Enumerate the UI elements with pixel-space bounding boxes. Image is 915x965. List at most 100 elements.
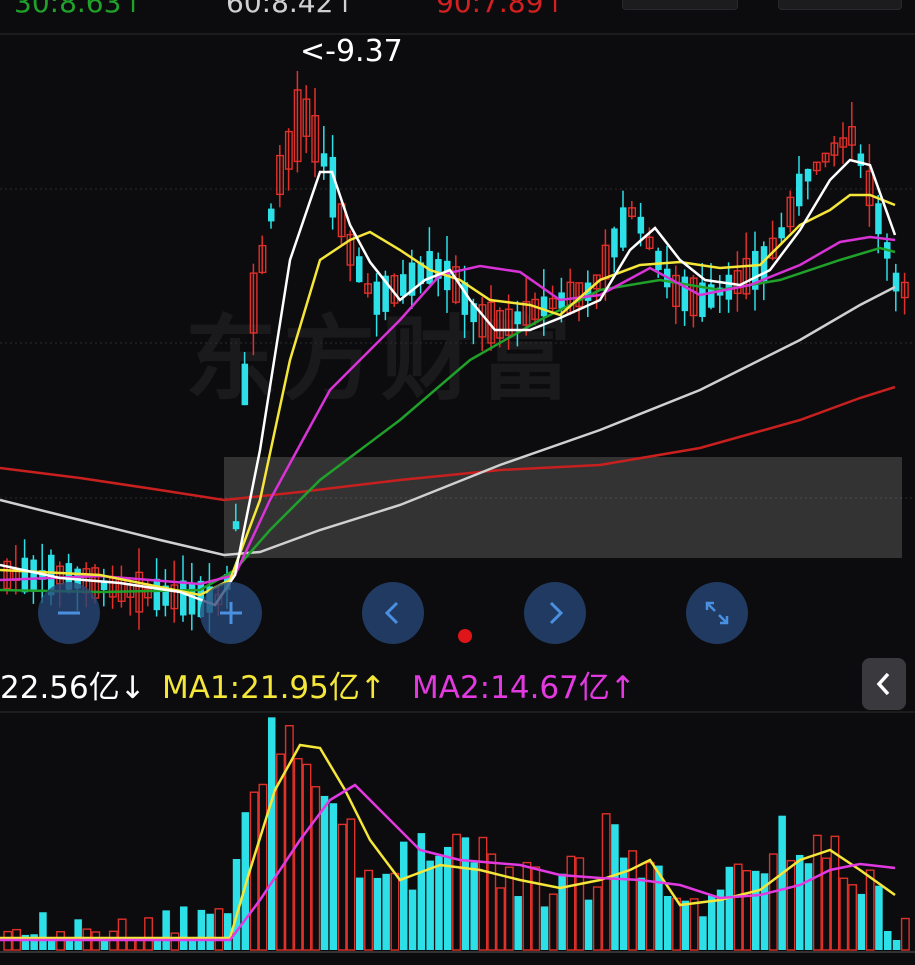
volume-bar xyxy=(778,815,786,950)
volume-bar xyxy=(302,763,312,951)
peak-price-label: <-9.37 xyxy=(300,34,403,69)
zoom-in-button[interactable] xyxy=(200,582,262,644)
volume-bar xyxy=(30,934,38,950)
volume-bar xyxy=(197,909,206,950)
volume-bar xyxy=(444,846,452,950)
volume-bar xyxy=(637,877,646,950)
candle-body xyxy=(875,203,882,235)
volume-bar xyxy=(214,908,224,951)
volume-bar xyxy=(689,898,699,951)
volume-bar xyxy=(592,886,602,951)
scroll-right-button[interactable] xyxy=(524,582,586,644)
volume-bar xyxy=(170,932,180,951)
volume-bar xyxy=(258,783,268,951)
volume-bars xyxy=(3,717,910,951)
volume-bar xyxy=(390,872,400,951)
volume-bar xyxy=(382,873,390,950)
grid-lines xyxy=(0,33,915,499)
volume-bar xyxy=(135,939,145,951)
volume-ma2-value: MA2:14.67亿↑ xyxy=(412,670,636,706)
collapse-panel-button[interactable] xyxy=(862,658,906,710)
scroll-left-button[interactable] xyxy=(362,582,424,644)
volume-legend: 22.56亿↓ MA1:21.95亿↑ MA2:14.67亿↑ xyxy=(0,662,860,706)
volume-bar xyxy=(628,850,637,951)
zoom-in-icon xyxy=(220,602,242,624)
volume-bar xyxy=(293,757,303,951)
volume-bar xyxy=(786,859,796,951)
volume-bar xyxy=(804,863,813,950)
volume-bar xyxy=(356,877,364,950)
volume-bar xyxy=(645,861,655,951)
volume-bar xyxy=(522,861,532,951)
volume-bar xyxy=(400,841,408,950)
volume-bar xyxy=(664,895,672,950)
highlight-band xyxy=(224,457,902,558)
volume-bar xyxy=(470,862,478,950)
volume-bar xyxy=(496,887,505,951)
volume-bar xyxy=(39,912,47,950)
volume-bar xyxy=(892,940,901,950)
volume-bar xyxy=(408,889,417,950)
candle-body xyxy=(268,208,275,222)
volume-bar xyxy=(725,866,734,950)
volume-bar xyxy=(126,939,136,951)
chevron-left-icon xyxy=(876,672,890,696)
volume-bar xyxy=(153,940,162,950)
volume-bar xyxy=(733,863,743,951)
volume-bar xyxy=(681,900,690,950)
scroll-right-icon xyxy=(549,601,564,625)
volume-bar xyxy=(329,803,338,950)
volume-bar xyxy=(884,930,892,950)
volume-bar xyxy=(540,906,549,950)
candle-body xyxy=(655,250,662,270)
volume-bar xyxy=(900,917,910,951)
volume-bar xyxy=(699,916,707,950)
volume-bar xyxy=(426,860,434,950)
volume-bar xyxy=(601,813,611,951)
candle-body xyxy=(637,216,645,234)
volume-bar xyxy=(742,869,752,951)
volume-bar xyxy=(875,885,883,950)
volume-bar xyxy=(180,906,188,950)
volume-bar xyxy=(611,824,619,950)
volume-bar xyxy=(100,940,109,950)
zoom-out-button[interactable] xyxy=(38,582,100,644)
candle-body xyxy=(400,274,407,296)
candle-body xyxy=(681,276,689,312)
kline-chart[interactable] xyxy=(0,0,915,965)
volume-bar xyxy=(311,786,321,951)
volume-bar xyxy=(364,869,373,951)
volume-bar xyxy=(117,918,127,951)
candle-body xyxy=(320,153,328,167)
fullscreen-icon xyxy=(705,601,729,625)
volume-bar xyxy=(548,893,558,951)
candle-body xyxy=(356,256,363,283)
candle-body xyxy=(153,578,161,611)
volume-bar xyxy=(320,795,329,950)
candle-body xyxy=(232,521,240,530)
volume-bar xyxy=(768,853,778,951)
candle-body xyxy=(329,156,337,218)
volume-bar xyxy=(531,866,541,951)
volume-bar xyxy=(514,896,522,950)
candle-body xyxy=(540,296,548,317)
volume-bar xyxy=(337,823,347,951)
volume-bar xyxy=(575,857,585,951)
volume-bar xyxy=(162,910,170,950)
volume-bar xyxy=(504,866,514,951)
volume-bar xyxy=(857,893,866,950)
volume-bar xyxy=(865,869,875,951)
volume-bar xyxy=(566,855,576,951)
volume-bar xyxy=(224,913,232,950)
volume-bar xyxy=(188,940,197,950)
candle-body xyxy=(514,311,521,325)
volume-bar xyxy=(487,853,497,951)
fullscreen-button[interactable] xyxy=(686,582,748,644)
volume-bar xyxy=(558,873,566,950)
volume-bar xyxy=(249,791,259,951)
candle-body xyxy=(21,557,29,593)
volume-bar xyxy=(206,913,214,950)
candle-body xyxy=(241,363,249,406)
volume-bar xyxy=(452,833,461,951)
volume-bar xyxy=(839,877,849,951)
